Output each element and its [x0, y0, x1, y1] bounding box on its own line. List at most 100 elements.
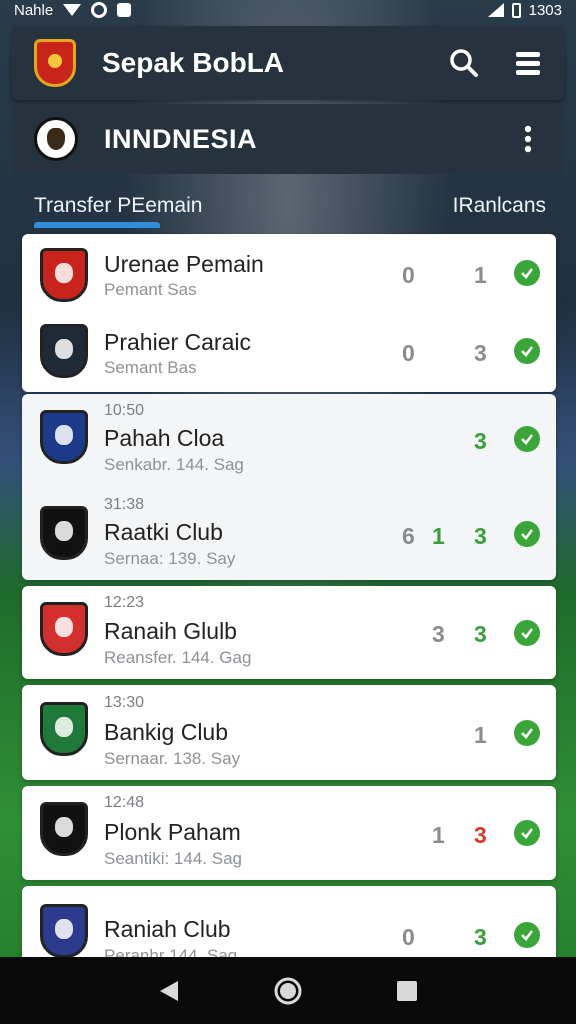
club-name: Urenae Pemain	[104, 251, 264, 277]
confirm-check-button[interactable]	[514, 820, 540, 846]
score-a: 3	[432, 621, 445, 647]
league-logo	[34, 117, 78, 161]
club-subtitle: Seantiki: 144. Sag	[104, 849, 242, 868]
club-name: Pahah Cloa	[104, 425, 225, 451]
list-item[interactable]: Raniah Club Peranhr 144. Sag 0 3	[22, 888, 556, 957]
signal-icon	[487, 3, 504, 17]
club-name: Prahier Caraic	[104, 329, 251, 355]
back-icon	[160, 980, 179, 1001]
confirm-check-button[interactable]	[514, 720, 540, 746]
club-name: Raatki Club	[104, 519, 223, 545]
check-icon	[521, 628, 534, 639]
transfer-list[interactable]: Urenae Pemain Pemant Sas 0 1 Prahier Car…	[12, 232, 564, 957]
app-title: Sepak BobLA	[102, 47, 285, 78]
club-name: Bankig Club	[104, 719, 229, 745]
score-b: 3	[474, 428, 487, 454]
transfer-time: 12:48	[104, 794, 145, 811]
score-b: 1	[474, 722, 487, 748]
score-b: 3	[474, 340, 487, 366]
club-subtitle: Pemant Sas	[104, 280, 197, 299]
club-subtitle: Reansfer. 144. Gag	[104, 648, 252, 667]
club-name: Plonk Paham	[104, 819, 241, 845]
confirm-check-button[interactable]	[514, 338, 540, 364]
club-name: Raniah Club	[104, 916, 231, 942]
check-icon	[521, 268, 534, 279]
check-icon	[521, 346, 534, 357]
club-logo	[40, 802, 88, 856]
score-b: 3	[474, 924, 487, 950]
search-button[interactable]	[448, 47, 480, 79]
club-subtitle: Sernaa: 139. Say	[104, 549, 236, 568]
score-c: 3	[474, 523, 487, 549]
list-item[interactable]: 12:23 Ranaih Glulb Reansfer. 144. Gag 3 …	[22, 588, 556, 678]
clock-label: 1303	[528, 1, 562, 19]
app-bar: Sepak BobLA	[12, 26, 564, 100]
club-logo	[40, 410, 88, 464]
list-item[interactable]: 12:48 Plonk Paham Seantiki: 144. Sag 1 3	[22, 788, 556, 878]
score-b: 1	[474, 262, 487, 288]
wifi-icon	[63, 4, 82, 16]
club-subtitle: Sernaar. 138. Say	[104, 749, 241, 768]
system-nav-bar	[0, 957, 576, 1024]
score-b: 1	[432, 523, 445, 549]
list-item[interactable]: Prahier Caraic Semant Bas 0 3	[22, 312, 556, 402]
league-name: INNDNESIA	[104, 123, 258, 154]
tab-transfer[interactable]: Transfer PEemain	[34, 194, 202, 218]
check-icon	[521, 434, 534, 445]
battery-icon	[511, 2, 521, 18]
club-subtitle: Peranhr 144. Sag	[104, 946, 238, 957]
confirm-check-button[interactable]	[514, 426, 540, 452]
score-a: 6	[402, 523, 415, 549]
home-icon	[274, 977, 302, 1004]
confirm-check-button[interactable]	[514, 620, 540, 646]
recents-button[interactable]	[387, 971, 427, 1011]
club-name: Ranaih Glulb	[104, 618, 237, 644]
search-icon	[450, 49, 478, 77]
score-a: 1	[432, 822, 445, 848]
check-icon	[521, 529, 534, 540]
club-logo	[40, 904, 88, 957]
recents-icon	[396, 980, 417, 1001]
menu-button[interactable]	[512, 47, 544, 79]
circle-icon	[91, 2, 108, 18]
transfer-time: 13:30	[104, 694, 145, 711]
active-tab-indicator	[34, 222, 160, 228]
list-item[interactable]: 31:38 Raatki Club Sernaa: 139. Say 6 1 3	[22, 494, 556, 584]
more-vert-icon	[524, 125, 532, 153]
home-button[interactable]	[268, 971, 308, 1011]
confirm-check-button[interactable]	[514, 521, 540, 547]
score-a: 0	[402, 262, 415, 288]
transfer-time: 12:23	[104, 594, 145, 611]
transfer-time: 31:38	[104, 496, 145, 513]
notification-icon	[117, 3, 132, 17]
list-item[interactable]: 13:30 Bankig Club Sernaar. 138. Say 1	[22, 688, 556, 778]
confirm-check-button[interactable]	[514, 922, 540, 948]
score-b: 3	[474, 621, 487, 647]
back-button[interactable]	[149, 971, 189, 1011]
score-a: 0	[402, 924, 415, 950]
club-logo	[40, 248, 88, 302]
carrier-label: Nahle	[14, 1, 54, 19]
status-bar: Nahle 1303	[0, 0, 576, 20]
tab-bar: Transfer PEemain IRanlcans	[0, 180, 576, 232]
menu-icon	[516, 52, 540, 75]
club-logo	[40, 702, 88, 756]
score-b: 3	[474, 822, 487, 848]
transfer-time: 10:50	[104, 402, 145, 419]
club-subtitle: Senkabr. 144. Sag	[104, 455, 244, 474]
score-a: 0	[402, 340, 415, 366]
check-icon	[521, 930, 534, 941]
club-logo	[40, 506, 88, 560]
club-subtitle: Semant Bas	[104, 358, 197, 377]
more-options-button[interactable]	[512, 123, 544, 155]
confirm-check-button[interactable]	[514, 260, 540, 286]
club-logo	[40, 324, 88, 378]
list-item[interactable]: 10:50 Pahah Cloa Senkabr. 144. Sag 3	[22, 398, 556, 488]
check-icon	[521, 728, 534, 739]
tab-rankings[interactable]: IRanlcans	[453, 194, 546, 218]
check-icon	[521, 828, 534, 839]
league-header[interactable]: INNDNESIA	[12, 104, 564, 174]
list-item[interactable]: Urenae Pemain Pemant Sas 0 1	[22, 234, 556, 324]
club-shield-logo	[34, 39, 76, 87]
club-logo	[40, 602, 88, 656]
